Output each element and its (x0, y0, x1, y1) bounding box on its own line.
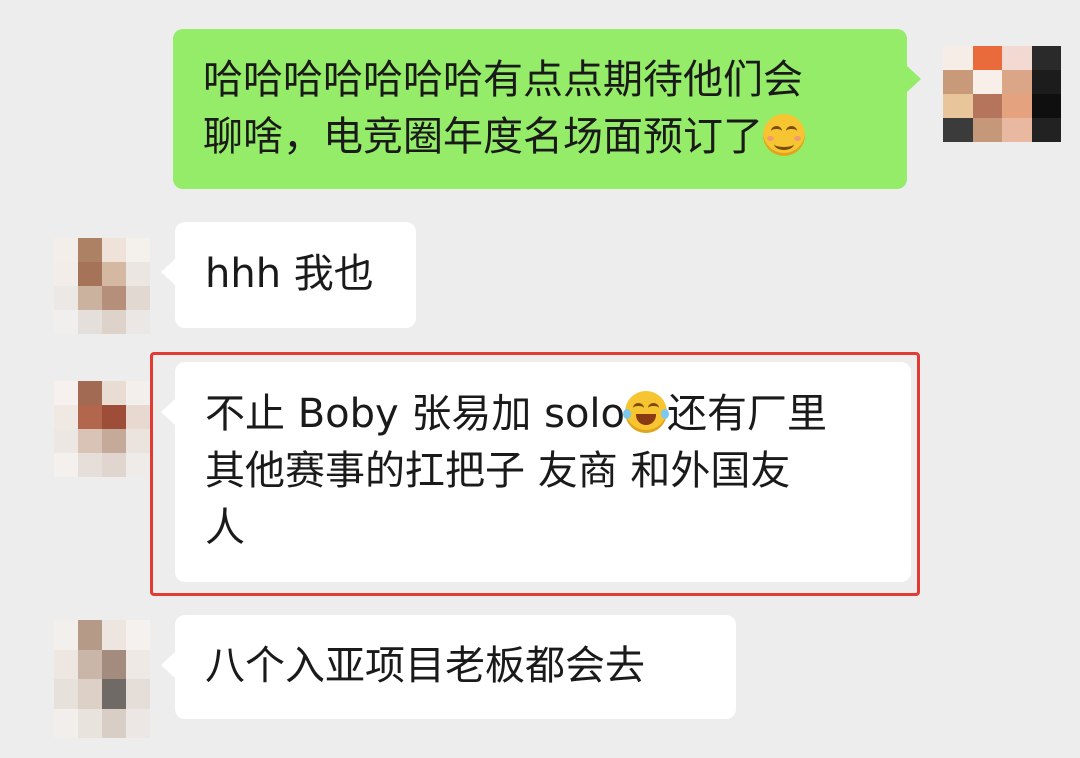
avatar-mosaic-cell (54, 262, 78, 286)
avatar-mosaic-cell (54, 679, 78, 709)
avatar-mosaic-cell (1002, 46, 1032, 70)
avatar-mosaic-cell (972, 94, 1002, 118)
avatar-mosaic-cell (102, 405, 126, 429)
avatar-mosaic-cell (126, 649, 150, 679)
avatar-mosaic-cell (943, 70, 973, 94)
avatar-mosaic-cell (102, 708, 126, 738)
avatar-mosaic-cell (126, 405, 150, 429)
avatar-mosaic-cell (126, 238, 150, 262)
avatar-mosaic-cell (78, 405, 102, 429)
incoming-message-bubble[interactable]: 八个入亚项目老板都会去 (161, 615, 736, 719)
message-text-line: 八个入亚项目老板都会去 (205, 643, 645, 689)
avatar-mosaic-cell (943, 46, 973, 70)
avatar-mosaic-cell (102, 649, 126, 679)
highlight-box (150, 352, 920, 596)
avatar-mosaic-cell (1002, 94, 1032, 118)
avatar-mosaic-cell (102, 286, 126, 310)
avatar-mosaic-cell (54, 381, 78, 405)
avatar-mosaic-cell (126, 310, 150, 334)
message-text-line: hhh 我也 (205, 251, 374, 297)
avatar-mosaic-cell (78, 286, 102, 310)
avatar-mosaic-cell (972, 118, 1002, 142)
contact-avatar[interactable] (54, 381, 150, 477)
avatar-mosaic-cell (54, 286, 78, 310)
avatar-mosaic-cell (126, 429, 150, 453)
avatar-mosaic-cell (1002, 118, 1032, 142)
avatar-mosaic-cell (78, 620, 102, 650)
avatar-mosaic-cell (102, 429, 126, 453)
avatar-mosaic-cell (126, 620, 150, 650)
avatar-mosaic-cell (126, 286, 150, 310)
avatar-mosaic-cell (102, 262, 126, 286)
avatar-mosaic-cell (972, 46, 1002, 70)
avatar-mosaic-cell (54, 310, 78, 334)
avatar-mosaic-cell (126, 708, 150, 738)
avatar-mosaic-cell (54, 708, 78, 738)
avatar-mosaic-cell (126, 679, 150, 709)
smiling-face-icon (763, 114, 805, 156)
avatar-mosaic-cell (78, 453, 102, 477)
avatar-mosaic-cell (54, 453, 78, 477)
avatar-mosaic-cell (78, 238, 102, 262)
avatar-mosaic-cell (78, 708, 102, 738)
avatar-mosaic-cell (54, 429, 78, 453)
avatar-mosaic-cell (54, 620, 78, 650)
contact-avatar[interactable] (54, 620, 150, 738)
avatar-mosaic-cell (972, 70, 1002, 94)
avatar-mosaic-cell (126, 381, 150, 405)
avatar-mosaic-cell (54, 238, 78, 262)
avatar-mosaic-cell (78, 429, 102, 453)
avatar-mosaic-cell (1002, 70, 1032, 94)
avatar-mosaic-cell (102, 453, 126, 477)
avatar-mosaic-cell (126, 262, 150, 286)
avatar-mosaic-cell (78, 679, 102, 709)
avatar-mosaic-cell (54, 405, 78, 429)
avatar-mosaic-cell (1031, 70, 1061, 94)
incoming-message-bubble[interactable]: hhh 我也 (161, 222, 416, 328)
avatar-mosaic-cell (102, 679, 126, 709)
avatar-mosaic-cell (1031, 118, 1061, 142)
avatar-mosaic-cell (126, 453, 150, 477)
avatar-mosaic-cell (78, 310, 102, 334)
avatar-mosaic-cell (54, 649, 78, 679)
avatar-mosaic-cell (78, 649, 102, 679)
avatar-mosaic-cell (943, 118, 973, 142)
avatar-mosaic-cell (943, 94, 973, 118)
avatar-mosaic-cell (102, 310, 126, 334)
avatar-mosaic-cell (102, 620, 126, 650)
avatar-mosaic-cell (78, 262, 102, 286)
message-text-line: 哈哈哈哈哈哈哈有点点期待他们会 (203, 57, 803, 103)
avatar-mosaic-cell (78, 381, 102, 405)
outgoing-message-bubble[interactable]: 哈哈哈哈哈哈哈有点点期待他们会 聊啥，电竞圈年度名场面预订了 (173, 29, 921, 189)
contact-avatar[interactable] (54, 238, 150, 334)
avatar-mosaic-cell (1031, 46, 1061, 70)
self-avatar[interactable] (943, 46, 1061, 142)
avatar-mosaic-cell (102, 381, 126, 405)
message-text-line: 聊啥，电竞圈年度名场面预订了 (203, 109, 877, 166)
avatar-mosaic-cell (1031, 94, 1061, 118)
avatar-mosaic-cell (102, 238, 126, 262)
